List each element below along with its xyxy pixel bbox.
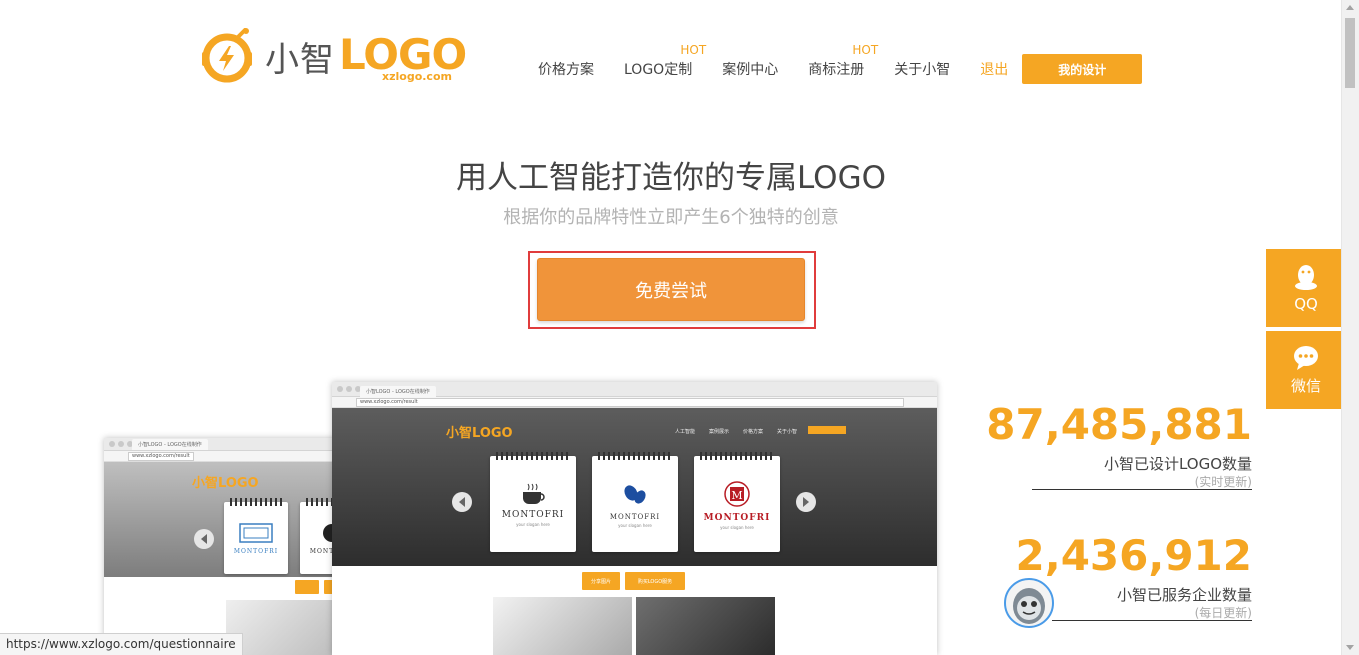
- scroll-down-icon[interactable]: [1346, 645, 1354, 650]
- card-word: MONTOFRI: [703, 512, 771, 523]
- my-design-button[interactable]: 我的设计: [1022, 54, 1143, 84]
- mini-brand: 小智LOGO: [192, 472, 259, 491]
- svg-text:M: M: [731, 489, 742, 502]
- page-scrollbar[interactable]: [1341, 0, 1359, 655]
- stat-logos-number: 87,485,881: [986, 400, 1252, 449]
- browser-tab: 小智LOGO - LOGO在线制作: [132, 439, 208, 450]
- card-word: MONTOFRI: [501, 509, 565, 520]
- browser-chrome: 小智LOGO - LOGO在线制作: [104, 438, 344, 451]
- card-sub: your slogan here: [516, 521, 550, 527]
- mini-nav-item: 案例展示: [709, 429, 730, 435]
- scroll-up-icon[interactable]: [1346, 5, 1354, 10]
- address-url: www.xzlogo.com/result: [128, 452, 194, 461]
- mini-share-button: [295, 580, 319, 594]
- mockup-hero: 小智LOGO MONTOFRI MONTOFRI: [104, 462, 344, 577]
- nav-label: 关于小智: [894, 62, 951, 78]
- business-card-photo: [493, 597, 632, 655]
- mockup-large: 小智LOGO - LOGO在线制作 www.xzlogo.com/result …: [332, 382, 937, 655]
- nav-about[interactable]: 关于小智: [894, 59, 950, 79]
- mini-brand-cn: 小智: [446, 426, 473, 441]
- logout-link[interactable]: 退出: [980, 59, 1008, 79]
- nav-label: 价格方案: [538, 62, 594, 78]
- nav-label: LOGO定制: [624, 62, 693, 78]
- mockup-small: 小智LOGO - LOGO在线制作 www.xzlogo.com/result …: [104, 438, 344, 655]
- chat-bubble-icon: [1294, 345, 1318, 370]
- next-arrow-icon: [796, 492, 816, 512]
- stat-logos-note: (实时更新): [1194, 475, 1252, 489]
- phone-photo: [636, 597, 775, 655]
- card-word: MONTOFRI: [233, 547, 279, 555]
- logo-card: MONTOFRI your slogan here: [592, 452, 678, 552]
- float-wechat-button[interactable]: 微信: [1266, 331, 1346, 409]
- address-bar: www.xzlogo.com/result: [332, 397, 937, 408]
- mockup-hero: 小智LOGO 人工智能 案例展示 价格方案 关于小智 退出 MONTOFRI y…: [332, 408, 937, 566]
- main-nav: 价格方案 LOGO定制 HOT 案例中心 商标注册 HOT 关于小智 退出 我的…: [538, 43, 1143, 84]
- browser-tab: 小智LOGO - LOGO在线制作: [360, 386, 436, 397]
- address-bar: www.xzlogo.com/result: [104, 451, 344, 462]
- prev-arrow-icon: [194, 529, 214, 549]
- hero-title: 用人工智能打造你的专属LOGO: [456, 160, 886, 196]
- lightning-robot-icon: [202, 28, 252, 83]
- card-word: MONTOFRI: [609, 512, 661, 521]
- mini-nav-item: 关于小智: [777, 429, 798, 435]
- stat-logos-label: 小智已设计LOGO数量: [1103, 455, 1252, 473]
- nav-trademark[interactable]: 商标注册 HOT: [808, 43, 878, 79]
- browser-chrome: 小智LOGO - LOGO在线制作: [332, 382, 937, 397]
- logo-card: MONTOFRI your slogan here: [490, 452, 576, 552]
- robot-avatar-icon: [1013, 588, 1045, 624]
- nav-cases[interactable]: 案例中心: [722, 59, 778, 79]
- free-trial-button[interactable]: 免费尝试: [537, 258, 805, 321]
- coffee-cup-icon: [523, 483, 545, 504]
- brand-cn: 小智: [265, 39, 335, 80]
- mini-brand-cn: 小智: [192, 476, 219, 491]
- mini-nav-item: 人工智能: [675, 429, 696, 435]
- hot-badge: HOT: [680, 43, 707, 57]
- mini-brand-en: LOGO: [472, 426, 513, 441]
- prev-arrow-icon: [452, 492, 472, 512]
- mini-brand: 小智LOGO: [446, 422, 513, 441]
- stat-companies-label: 小智已服务企业数量: [1116, 586, 1252, 604]
- ornament-logo-icon: [239, 522, 273, 543]
- emblem-m-icon: M: [724, 480, 750, 507]
- qq-penguin-icon: [1295, 265, 1317, 290]
- hot-badge: HOT: [852, 43, 879, 57]
- coffee-beans-icon: [624, 484, 646, 504]
- float-qq-label: QQ: [1294, 295, 1318, 313]
- float-qq-button[interactable]: QQ: [1266, 249, 1346, 327]
- divider: [1052, 620, 1252, 621]
- brand-domain: xzlogo.com: [382, 70, 452, 83]
- divider: [1032, 489, 1252, 490]
- stat-companies-note: (每日更新): [1194, 606, 1252, 620]
- address-url: www.xzlogo.com/result: [356, 398, 904, 407]
- hero-subtitle: 根据你的品牌特性立即产生6个独特的创意: [503, 207, 839, 228]
- nav-label: 商标注册: [808, 62, 865, 78]
- logo-card: M MONTOFRI your slogan here: [694, 452, 780, 552]
- browser-status-url: https://www.xzlogo.com/questionnaire: [0, 633, 243, 655]
- float-wechat-label: 微信: [1290, 376, 1321, 395]
- mini-share-button: 分享图片: [582, 572, 620, 590]
- nav-logo-custom[interactable]: LOGO定制 HOT: [624, 43, 706, 79]
- mini-nav-item: 价格方案: [743, 429, 764, 435]
- scroll-thumb[interactable]: [1345, 18, 1355, 88]
- nav-label: 案例中心: [722, 62, 779, 78]
- nav-pricing[interactable]: 价格方案: [538, 59, 594, 79]
- mini-buy-button: 购买LOGO服务: [625, 572, 685, 590]
- support-avatar[interactable]: [1004, 578, 1054, 628]
- mini-my-design: [808, 426, 846, 434]
- card-sub: your slogan here: [720, 524, 754, 530]
- card-sub: your slogan here: [618, 522, 652, 528]
- mini-brand-en: LOGO: [218, 476, 259, 491]
- stat-companies-number: 2,436,912: [1015, 531, 1252, 580]
- site-logo[interactable]: 小智 LOGO xzlogo.com: [199, 28, 467, 84]
- logo-card: MONTOFRI: [224, 498, 288, 574]
